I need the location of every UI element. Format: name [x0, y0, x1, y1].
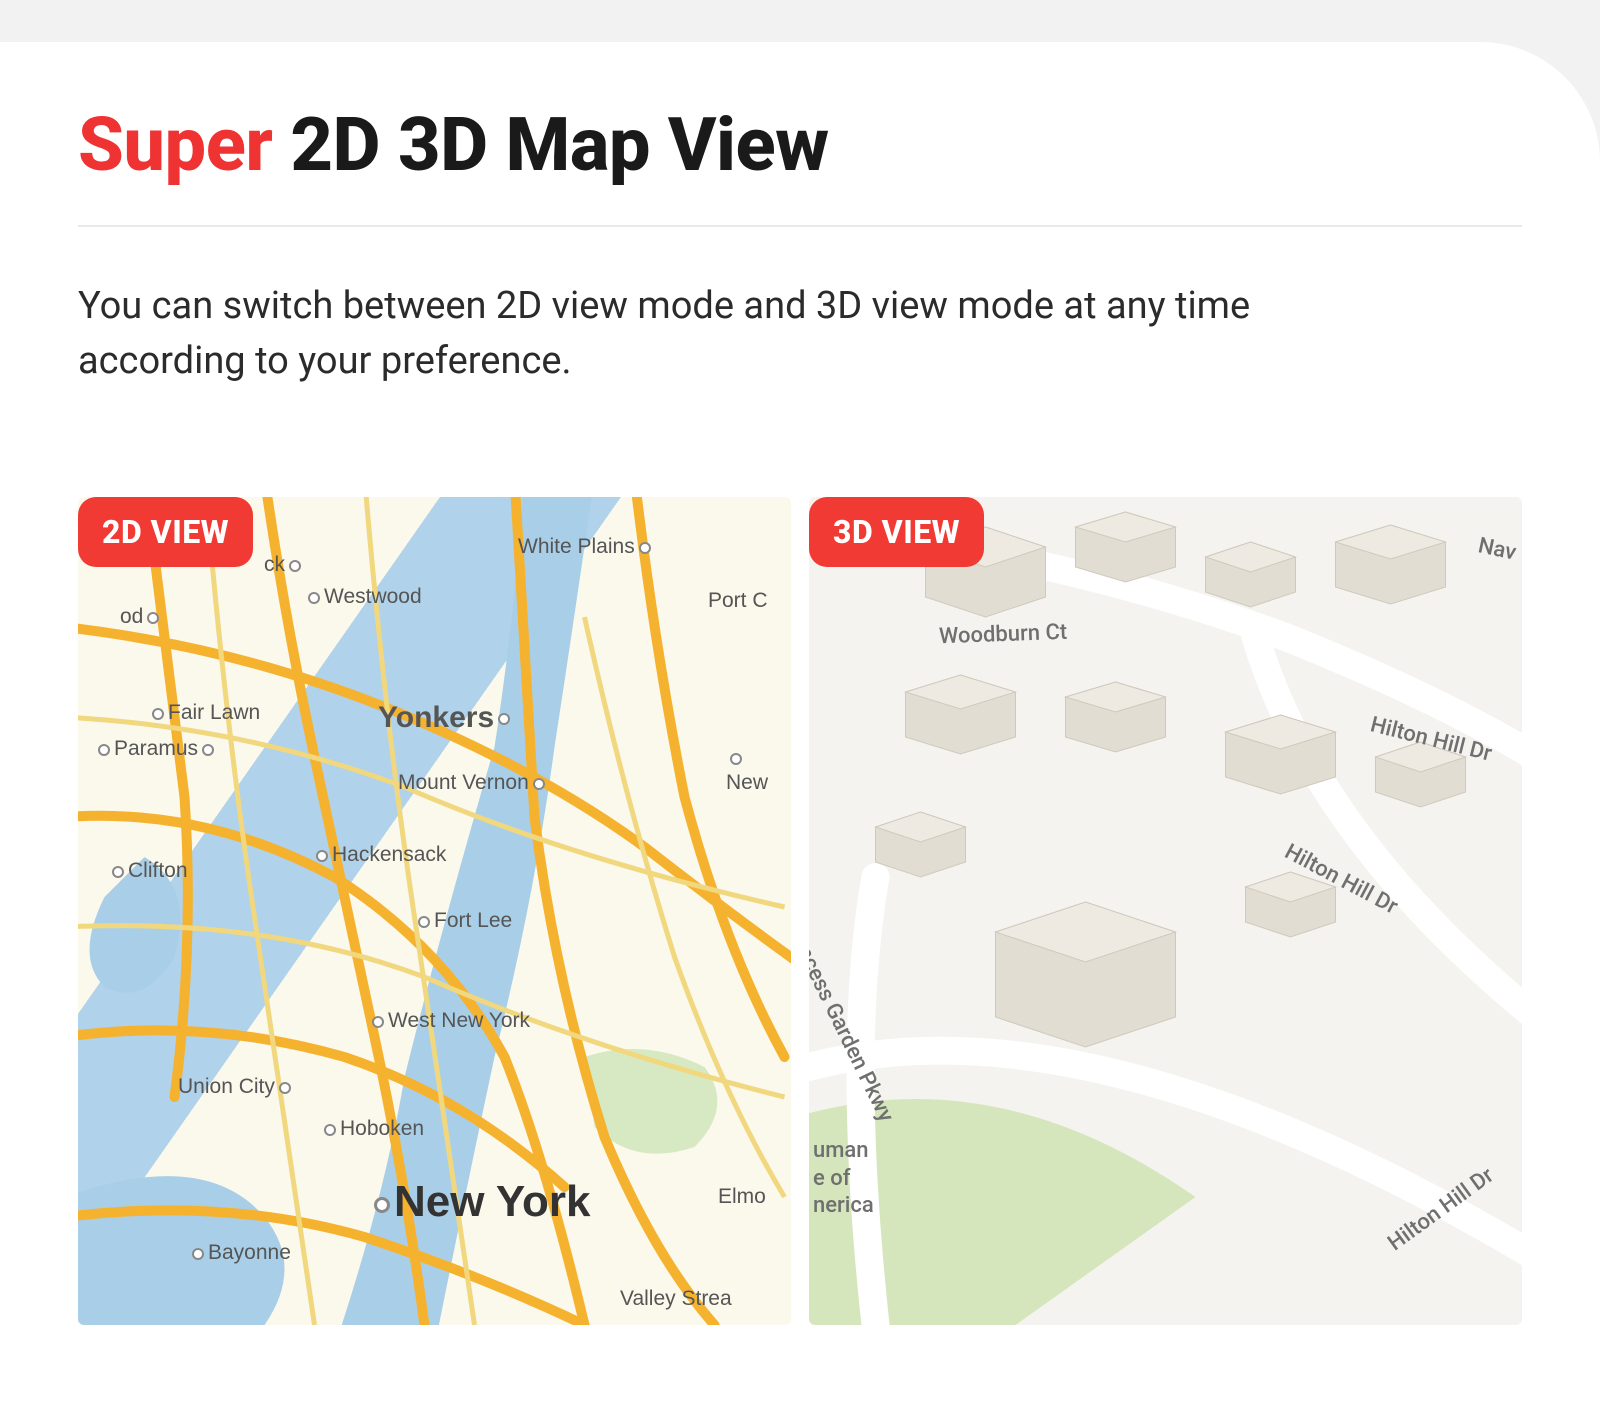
city-label: Union City: [178, 1075, 295, 1099]
city-label: Paramus: [94, 737, 218, 761]
title-rest: 2D 3D Map View: [272, 102, 828, 189]
maps-row: 2D VIEW: [78, 497, 1522, 1325]
city-label: Westwood: [304, 585, 422, 609]
title-accent: Super: [78, 102, 272, 189]
city-label: White Plains: [518, 535, 655, 559]
map-panel-2d: 2D VIEW: [78, 497, 791, 1325]
city-label-main: New York: [370, 1177, 590, 1227]
section-description: You can switch between 2D view mode and …: [78, 279, 1408, 389]
city-label: Hoboken: [320, 1117, 424, 1141]
city-label: New: [726, 753, 768, 795]
city-label: Fair Lawn: [148, 701, 260, 725]
street-label: Woodburn Ct: [939, 620, 1068, 649]
city-label: Yonkers: [378, 701, 514, 735]
map-panel-3d: 3D VIEW: [809, 497, 1522, 1325]
city-label: Hackensack: [312, 843, 446, 867]
city-label: Fort Lee: [414, 909, 512, 933]
city-label: od: [120, 605, 163, 629]
feature-card: Super 2D 3D Map View You can switch betw…: [0, 42, 1600, 1422]
section-title: Super 2D 3D Map View: [78, 102, 1522, 189]
city-label: West New York: [368, 1009, 530, 1033]
city-label: Port C: [708, 589, 768, 613]
city-label: Valley Strea: [620, 1287, 732, 1311]
map-3d-illustration: [809, 497, 1522, 1325]
street-label: uman e of nerica: [813, 1137, 874, 1220]
divider: [78, 225, 1522, 227]
city-label: ck: [264, 553, 305, 577]
city-label: Clifton: [108, 859, 188, 883]
badge-3d-view: 3D VIEW: [809, 497, 984, 567]
city-label: Elmo: [718, 1185, 766, 1209]
city-label: Mount Vernon: [398, 771, 549, 795]
badge-2d-view: 2D VIEW: [78, 497, 253, 567]
city-label: Bayonne: [188, 1241, 291, 1265]
